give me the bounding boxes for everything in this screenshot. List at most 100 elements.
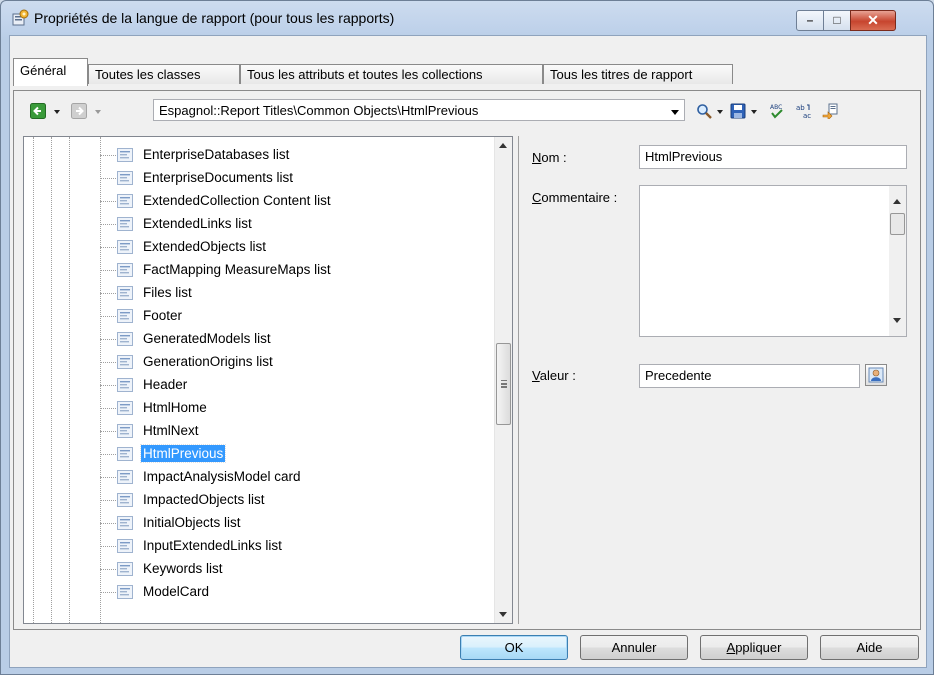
path-value: Espagnol::Report Titles\Common Objects\H… <box>159 103 479 118</box>
commentaire-scrollbar[interactable] <box>889 186 906 336</box>
tree-item[interactable]: EnterpriseDocuments list <box>100 167 490 189</box>
pane-splitter[interactable] <box>518 136 519 624</box>
tab-toutes-les-classes[interactable]: Toutes les classes <box>88 64 240 84</box>
tree-scrollbar[interactable] <box>494 137 512 623</box>
tree-item[interactable]: Files list <box>100 282 490 304</box>
report-title-icon <box>117 447 133 461</box>
valeur-field[interactable]: Precedente <box>639 364 860 388</box>
report-title-icon <box>117 401 133 415</box>
report-title-icon <box>117 309 133 323</box>
report-title-icon <box>117 148 133 162</box>
tree-item[interactable]: ExtendedCollection Content list <box>100 190 490 212</box>
tree-item[interactable]: GenerationOrigins list <box>100 351 490 373</box>
save-icon[interactable] <box>730 103 746 119</box>
svg-text:ab: ab <box>796 104 805 112</box>
tree-item[interactable]: Header <box>100 374 490 396</box>
tree-item[interactable]: HtmlNext <box>100 420 490 442</box>
report-title-icon <box>117 470 133 484</box>
tab-label: Général <box>20 63 67 78</box>
scroll-thumb[interactable] <box>890 213 905 235</box>
minimize-button[interactable]: – <box>796 10 824 31</box>
spell-check-icon[interactable]: ABC <box>769 103 785 119</box>
toolbar: Espagnol::Report Titles\Common Objects\H… <box>14 91 920 131</box>
valeur-label: Valeur : <box>532 368 576 383</box>
tree-item-label: FactMapping MeasureMaps list <box>143 262 331 277</box>
replace-icon[interactable]: ab ac <box>796 103 812 119</box>
scroll-up-icon[interactable] <box>893 199 901 204</box>
tree-item[interactable]: ImpactedObjects list <box>100 489 490 511</box>
find-dropdown-icon[interactable] <box>717 110 723 114</box>
save-dropdown-icon[interactable] <box>751 110 757 114</box>
tree-item-label: HtmlPrevious <box>139 444 227 463</box>
report-title-icon <box>117 263 133 277</box>
back-icon[interactable] <box>30 103 46 119</box>
tree-connector <box>100 523 116 524</box>
tree-connector <box>100 500 116 501</box>
tab-label: Tous les attributs et toutes les collect… <box>247 67 483 82</box>
report-title-icon <box>117 562 133 576</box>
close-icon: ✕ <box>867 12 879 28</box>
report-titles-tree[interactable]: EnterpriseDatabases list EnterpriseDocume… <box>23 136 513 624</box>
annuler-button[interactable]: Annuler <box>580 635 688 660</box>
tree-item[interactable]: EnterpriseDatabases list <box>100 144 490 166</box>
forward-dropdown-icon[interactable] <box>95 110 101 114</box>
tree-item[interactable]: Footer <box>100 305 490 327</box>
chevron-down-icon[interactable] <box>671 110 679 115</box>
tree-item-label: EnterpriseDatabases list <box>143 147 290 162</box>
title-bar[interactable]: Propriétés de la langue de rapport (pour… <box>1 1 933 35</box>
forward-icon[interactable] <box>71 103 87 119</box>
tree-item[interactable]: InputExtendedLinks list <box>100 535 490 557</box>
tree-item[interactable]: ImpactAnalysisModel card <box>100 466 490 488</box>
tree-item[interactable]: ModelCard <box>100 581 490 603</box>
report-title-icon <box>117 332 133 346</box>
report-title-icon <box>117 355 133 369</box>
tree-item[interactable]: FactMapping MeasureMaps list <box>100 259 490 281</box>
export-icon[interactable] <box>822 103 838 119</box>
svg-text:ac: ac <box>803 112 811 119</box>
commentaire-field[interactable] <box>639 185 907 337</box>
report-title-icon <box>117 286 133 300</box>
nom-field[interactable]: HtmlPrevious <box>639 145 907 169</box>
tab-attributs-collections[interactable]: Tous les attributs et toutes les collect… <box>240 64 543 84</box>
user-picker-button[interactable] <box>865 364 887 386</box>
tree-item-label: ImpactedObjects list <box>143 492 265 507</box>
user-icon <box>868 367 884 383</box>
tree-item-label: ExtendedObjects list <box>143 239 267 254</box>
close-button[interactable]: ✕ <box>850 10 896 31</box>
tree-item[interactable]: ExtendedLinks list <box>100 213 490 235</box>
commentaire-label: Commentaire : <box>532 190 618 205</box>
tree-guide-line <box>33 137 34 623</box>
back-dropdown-icon[interactable] <box>54 110 60 114</box>
path-combobox[interactable]: Espagnol::Report Titles\Common Objects\H… <box>153 99 685 121</box>
tree-connector <box>100 546 116 547</box>
scroll-down-icon[interactable] <box>499 612 507 617</box>
annuler-label: Annuler <box>611 640 657 655</box>
report-title-icon <box>117 585 133 599</box>
tab-general[interactable]: Général <box>13 58 88 86</box>
button-bar: OK Annuler Appliquer Aide <box>10 631 926 666</box>
report-title-icon <box>117 516 133 530</box>
tree-item[interactable]: InitialObjects list <box>100 512 490 534</box>
find-icon[interactable] <box>696 103 712 119</box>
svg-text:ABC: ABC <box>770 104 782 111</box>
tree-item[interactable]: Keywords list <box>100 558 490 580</box>
tree-connector <box>100 477 116 478</box>
tree-connector <box>100 178 116 179</box>
tree-item[interactable]: GeneratedModels list <box>100 328 490 350</box>
scroll-thumb[interactable] <box>496 343 511 425</box>
nom-value: HtmlPrevious <box>645 149 723 164</box>
tab-page-general: Espagnol::Report Titles\Common Objects\H… <box>13 90 921 630</box>
tree-item-label: HtmlNext <box>143 423 199 438</box>
ok-button[interactable]: OK <box>460 635 568 660</box>
tree-item[interactable]: HtmlPrevious <box>100 443 490 465</box>
tab-label: Tous les titres de rapport <box>550 67 693 82</box>
tree-item[interactable]: HtmlHome <box>100 397 490 419</box>
tab-titres-de-rapport[interactable]: Tous les titres de rapport <box>543 64 733 84</box>
tree-item[interactable]: ExtendedObjects list <box>100 236 490 258</box>
tree-item-label: GeneratedModels list <box>143 331 271 346</box>
scroll-up-icon[interactable] <box>499 143 507 148</box>
appliquer-button[interactable]: Appliquer <box>700 635 808 660</box>
scroll-down-icon[interactable] <box>893 318 901 323</box>
maximize-button[interactable]: □ <box>823 10 851 31</box>
aide-button[interactable]: Aide <box>820 635 919 660</box>
